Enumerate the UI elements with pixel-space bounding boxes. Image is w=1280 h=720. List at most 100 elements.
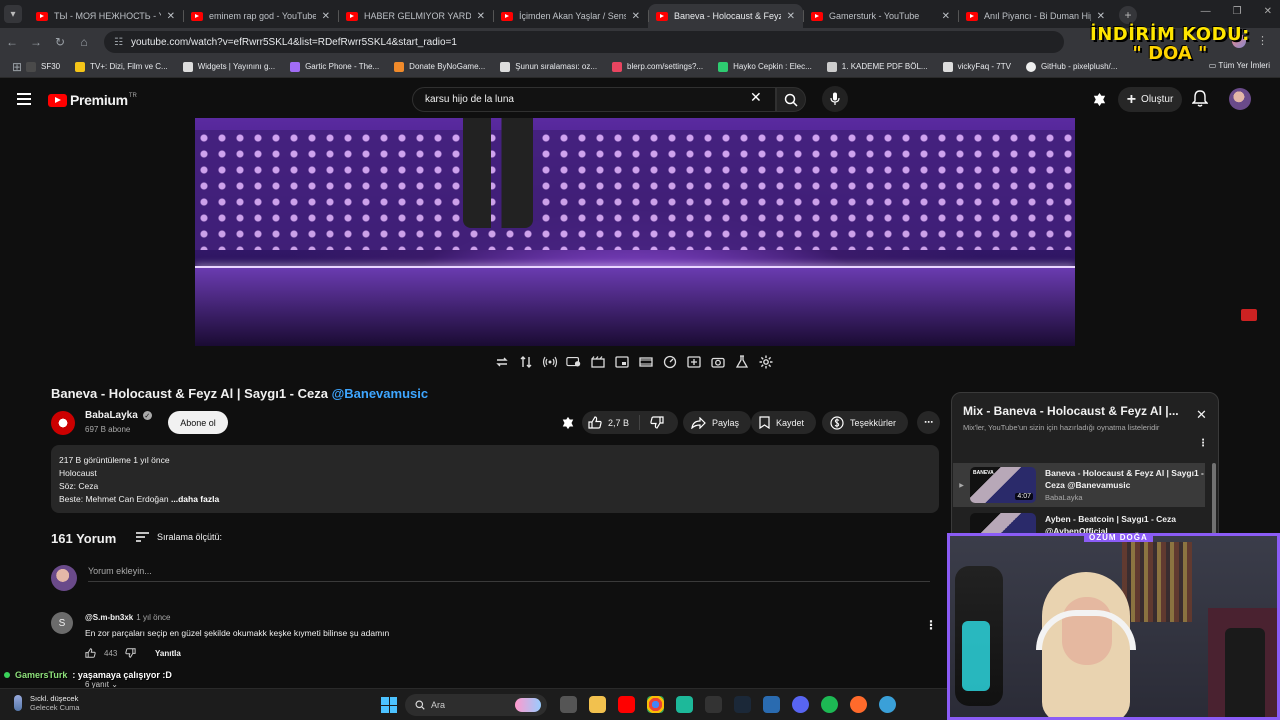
spotify-icon[interactable] [821,696,838,713]
browser-tab[interactable]: ТЫ - МОЯ НЕЖНОСТЬ - YouT... ✕ [28,4,183,28]
back-icon[interactable]: ← [0,35,24,49]
windows-start-icon[interactable] [381,697,397,713]
bookmark[interactable]: 1. KADEME PDF BÖL... [826,61,928,72]
extension-icon[interactable] [1092,92,1107,107]
maximize-icon[interactable]: ❐ [1233,6,1242,17]
file-explorer-icon[interactable] [589,696,606,713]
comment-dislike-icon[interactable] [125,648,136,658]
subscribe-button[interactable]: Abone ol [168,411,228,434]
clear-search-icon[interactable]: ✕ [750,89,762,106]
apps-grid-icon[interactable]: ⊞ [8,60,26,74]
audio-waves-icon[interactable] [542,354,558,370]
playlist-scrollbar[interactable] [1212,463,1216,537]
channel-avatar[interactable] [51,411,75,435]
youtube-logo[interactable]: Premium TR [48,92,137,108]
bookmark[interactable]: Gartic Phone - The... [290,61,379,72]
close-tab-icon[interactable]: ✕ [477,11,485,22]
close-tab-icon[interactable]: ✕ [942,11,950,22]
browser-tab[interactable]: İçimden Akan Yaşlar / Sensizce... ✕ [493,4,648,28]
playlist-menu-icon[interactable]: ⋮ [1198,438,1208,449]
bookmark[interactable]: Şunun sıralaması: oz... [500,61,597,72]
comment-like-icon[interactable] [85,648,96,658]
browser-tab[interactable]: Gamersturk - YouTube ✕ [803,4,958,28]
bookmark[interactable]: Donate ByNoGame... [394,61,485,72]
address-bar[interactable]: ☷ youtube.com/watch?v=efRwrr5SKL4&list=R… [104,31,1064,53]
close-playlist-icon[interactable]: ✕ [1196,407,1207,423]
weather-widget[interactable]: Sıckl. düşecek Gelecek Cuma [14,694,80,712]
bookmark[interactable]: TV+: Dizi, Film ve C... [75,61,168,72]
whatsapp-icon[interactable] [676,696,693,713]
menu-icon[interactable] [17,93,31,105]
browser-menu-icon[interactable]: ⋮ [1257,34,1268,47]
minimize-icon[interactable]: — [1201,6,1211,17]
comment-menu-icon[interactable]: ⋮ [925,618,937,632]
close-tab-icon[interactable]: ✕ [1097,11,1105,22]
clapper-icon[interactable] [590,354,606,370]
sort-comments-button[interactable]: Sıralama ölçütü: [136,532,222,542]
pen-icon[interactable] [705,696,722,713]
notifications-icon[interactable] [1192,90,1208,108]
thanks-button[interactable]: Teşekkürler [822,411,909,434]
more-actions-icon[interactable]: ⋯ [917,411,940,434]
add-comment-input[interactable]: Yorum ekleyin... [88,566,930,582]
browser-tab-active[interactable]: Baneva - Holocaust & Feyz Al |... ✕ [648,4,803,28]
steam-icon[interactable] [734,696,751,713]
bookmark[interactable]: Widgets | Yayınını g... [182,61,275,72]
playlist-title[interactable]: Mix - Baneva - Holocaust & Feyz Al |... [963,404,1188,418]
screen-icon[interactable] [614,354,630,370]
share-button[interactable]: Paylaş [683,411,752,434]
site-info-icon[interactable]: ☷ [114,37,123,48]
reload-icon[interactable]: ↻ [48,35,72,49]
comment-author[interactable]: @S.m-bn3xk [85,613,133,622]
screenshot-icon[interactable] [710,354,726,370]
search-button[interactable] [776,87,806,112]
close-tab-icon[interactable]: ✕ [322,11,330,22]
bookmark[interactable]: vickyFaq - 7TV [942,61,1011,72]
reply-button[interactable]: Yanıtla [155,649,181,658]
save-button[interactable]: Kaydet [751,411,817,434]
close-window-icon[interactable]: ✕ [1264,6,1272,17]
speed-icon[interactable] [662,354,678,370]
new-tab-icon[interactable]: + [1119,6,1137,24]
voice-search-button[interactable] [822,86,848,112]
like-button[interactable]: 2,7 B [582,415,641,430]
cinema-icon[interactable] [638,354,654,370]
forward-icon[interactable]: → [24,35,48,49]
settings-gear-icon[interactable] [758,354,774,370]
task-view-icon[interactable] [560,696,577,713]
record-icon[interactable] [566,354,582,370]
bookmark[interactable]: SF30 [26,61,60,72]
bookmark[interactable]: Hayko Cepkin : Elec... [718,61,812,72]
channel-tag-link[interactable]: @Banevamusic [332,386,429,401]
loop-icon[interactable] [494,354,510,370]
create-button[interactable]: + Oluştur [1118,87,1182,112]
globe-app-icon[interactable] [879,696,896,713]
bookmark[interactable]: blerp.com/settings?... [612,61,703,72]
flask-icon[interactable] [734,354,750,370]
discord-icon[interactable] [792,696,809,713]
browser-tab[interactable]: HABER GELMIYOR YARDAN KA... ✕ [338,4,493,28]
close-tab-icon[interactable]: ✕ [787,11,795,22]
youtube-app-icon[interactable] [618,696,635,713]
channel-name[interactable]: BabaLayka [85,410,138,421]
extension-action-icon[interactable] [561,416,575,430]
home-icon[interactable]: ⌂ [72,35,96,49]
search-input[interactable]: karsu hijo de la luna [412,87,776,112]
taskbar-search[interactable]: Ara [405,694,547,716]
add-screen-icon[interactable] [686,354,702,370]
dislike-button[interactable] [640,416,674,429]
comment-avatar[interactable]: S [51,612,73,634]
app-icon[interactable] [850,696,867,713]
show-more-link[interactable]: ...daha fazla [171,494,219,504]
browser-tab[interactable]: eminem rap god - YouTube ✕ [183,4,338,28]
account-avatar[interactable] [1229,88,1251,110]
close-tab-icon[interactable]: ✕ [632,11,640,22]
tab-search-icon[interactable]: ▾ [4,5,22,23]
close-tab-icon[interactable]: ✕ [167,11,175,22]
chrome-icon[interactable] [647,696,664,713]
video-player[interactable] [195,118,1075,346]
playlist-item-active[interactable]: ▶ BANEVA 4:07 Baneva - Holocaust & Feyz … [953,463,1205,507]
sort-icon[interactable] [518,354,534,370]
photos-icon[interactable] [763,696,780,713]
description-box[interactable]: 217 B görüntüleme 1 yıl önce Holocaust S… [51,445,939,513]
